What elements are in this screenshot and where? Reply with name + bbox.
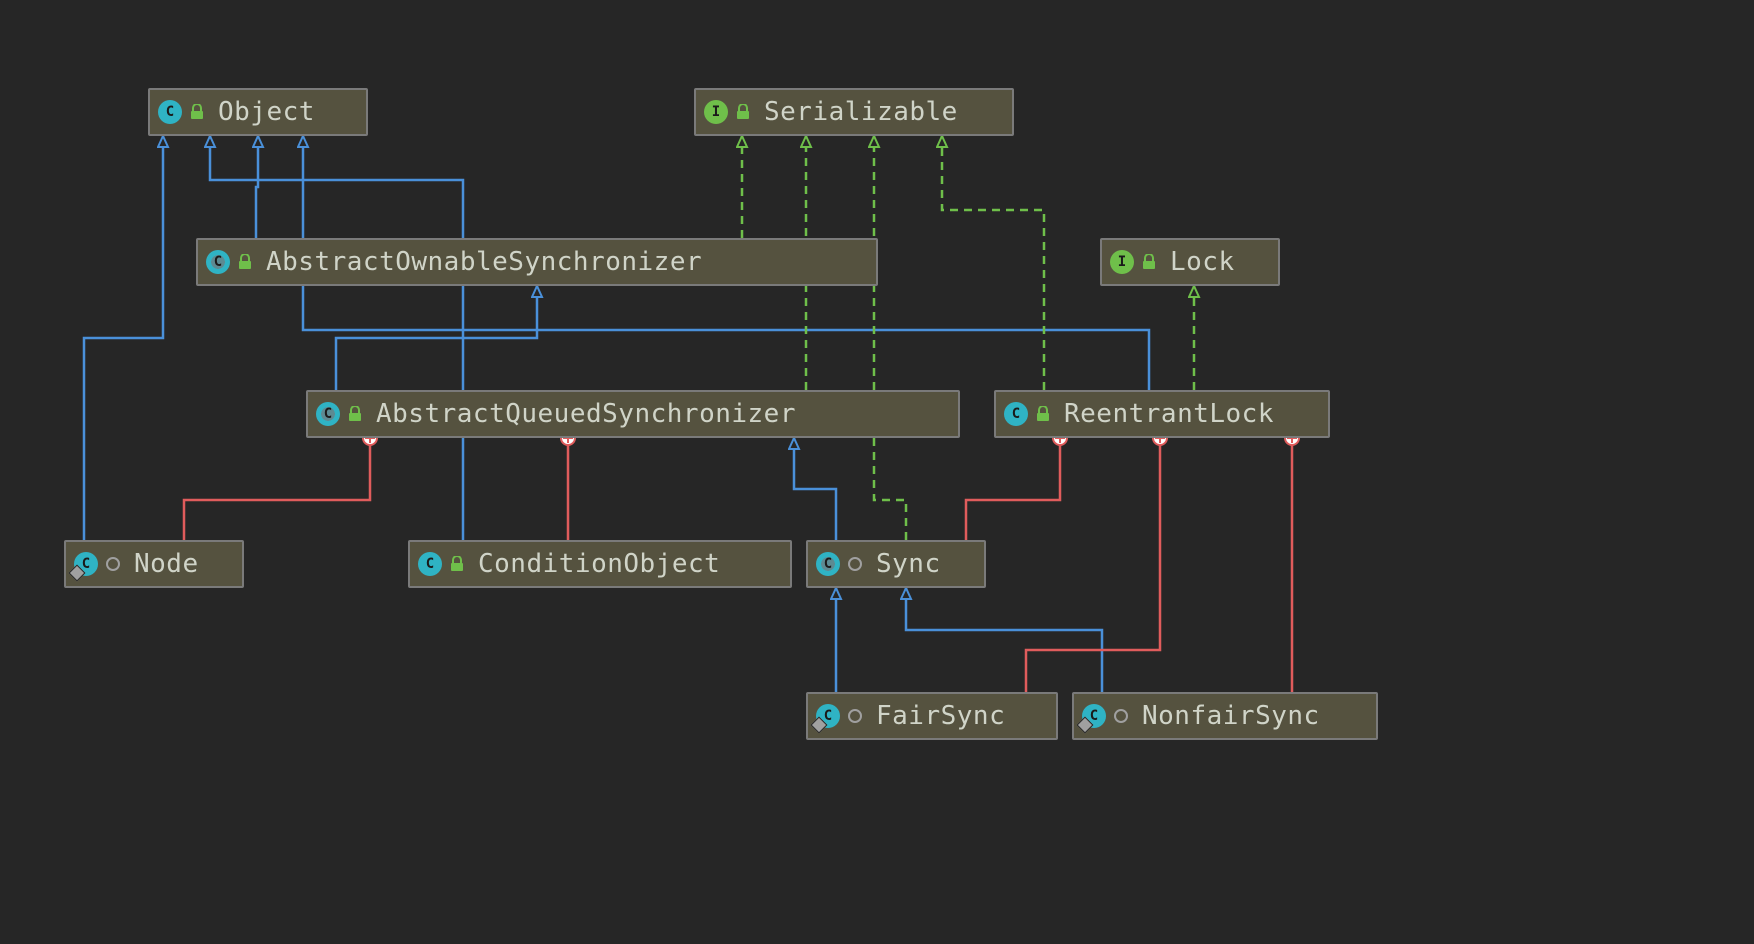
implements-edge: [942, 136, 1044, 390]
node-label: AbstractOwnableSynchronizer: [266, 247, 702, 277]
inner-edge: [1026, 438, 1160, 692]
class-badge-icon: C: [418, 552, 442, 576]
uml-node-fairSync[interactable]: C FairSync: [806, 692, 1058, 740]
package-visibility-icon: [1114, 709, 1128, 723]
final-badge-icon: C: [1082, 704, 1106, 728]
uml-node-object[interactable]: C Object: [148, 88, 368, 136]
node-label: AbstractQueuedSynchronizer: [376, 399, 796, 429]
package-visibility-icon: [848, 709, 862, 723]
public-lock-icon: [736, 104, 750, 120]
class-badge-icon: C: [1004, 402, 1028, 426]
node-label: Sync: [876, 549, 941, 579]
extends-edge: [794, 438, 836, 540]
diagram-canvas[interactable]: C Object I Serializable C AbstractOwnableSync…: [0, 0, 1754, 944]
public-lock-icon: [1142, 254, 1156, 270]
public-lock-icon: [450, 556, 464, 572]
node-label: ReentrantLock: [1064, 399, 1274, 429]
extends-edge: [906, 588, 1102, 692]
abstract-badge-icon: C: [816, 552, 840, 576]
node-label: ConditionObject: [478, 549, 720, 579]
uml-node-lock[interactable]: I Lock: [1100, 238, 1280, 286]
node-label: FairSync: [876, 701, 1005, 731]
interface-badge-icon: I: [704, 100, 728, 124]
package-visibility-icon: [106, 557, 120, 571]
abstract-badge-icon: C: [206, 250, 230, 274]
interface-badge-icon: I: [1110, 250, 1134, 274]
public-lock-icon: [348, 406, 362, 422]
uml-node-abstractQueuedSync[interactable]: C AbstractQueuedSynchronizer: [306, 390, 960, 438]
node-label: Node: [134, 549, 199, 579]
uml-node-sync[interactable]: C Sync: [806, 540, 986, 588]
uml-node-conditionObject[interactable]: C ConditionObject: [408, 540, 792, 588]
edges-layer: [0, 0, 1754, 944]
node-label: Serializable: [764, 97, 958, 127]
public-lock-icon: [1036, 406, 1050, 422]
abstract-badge-icon: C: [316, 402, 340, 426]
inner-edge: [966, 438, 1060, 540]
uml-node-reentrantLock[interactable]: C ReentrantLock: [994, 390, 1330, 438]
uml-node-serializable[interactable]: I Serializable: [694, 88, 1014, 136]
uml-node-abstractOwnableSync[interactable]: C AbstractOwnableSynchronizer: [196, 238, 878, 286]
implements-edge: [874, 136, 906, 540]
node-label: Object: [218, 97, 315, 127]
node-label: NonfairSync: [1142, 701, 1320, 731]
extends-edge: [256, 136, 258, 238]
uml-node-nonfairSync[interactable]: C NonfairSync: [1072, 692, 1378, 740]
public-lock-icon: [190, 104, 204, 120]
extends-edge: [336, 286, 537, 390]
final-badge-icon: C: [816, 704, 840, 728]
node-label: Lock: [1170, 247, 1235, 277]
package-visibility-icon: [848, 557, 862, 571]
inner-edge: [184, 438, 370, 540]
extends-edge: [210, 136, 463, 540]
final-badge-icon: C: [74, 552, 98, 576]
extends-edge: [84, 136, 163, 540]
uml-node-nodeCls[interactable]: C Node: [64, 540, 244, 588]
class-badge-icon: C: [158, 100, 182, 124]
public-lock-icon: [238, 254, 252, 270]
